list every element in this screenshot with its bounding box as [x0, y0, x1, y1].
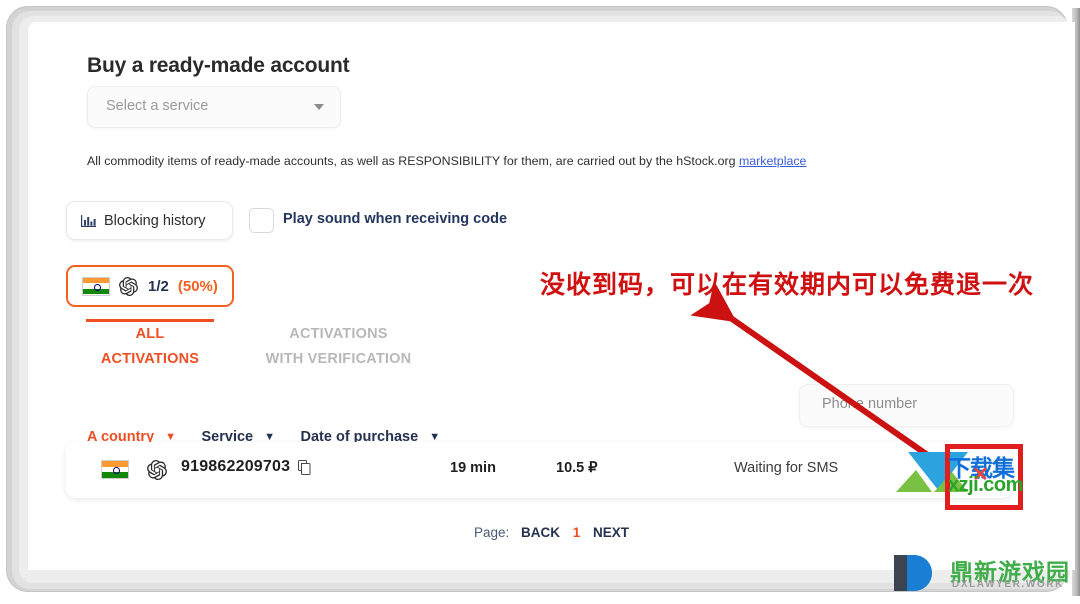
pagination-label: Page: [473, 525, 510, 540]
bar-chart-icon [81, 214, 96, 228]
phone-number-search[interactable]: Phone number [799, 384, 1014, 427]
annotation-note-text: 没收到码，可以在有效期内可以免费退一次 [540, 271, 1035, 299]
pagination-back-button[interactable]: BACK [521, 525, 560, 540]
service-select-placeholder: Select a service [106, 98, 209, 114]
page-title: Buy a ready-made account [87, 54, 350, 77]
phone-number-placeholder: Phone number [822, 396, 918, 412]
watermark-dxlawyer-logo-icon [894, 555, 932, 591]
disclaimer-text: All commodity items of ready-made accoun… [87, 154, 806, 168]
watermark-xzji: 下载集 ✕ xzji.com [890, 444, 1050, 510]
openai-icon [119, 276, 138, 296]
blocking-history-label: Blocking history [104, 212, 206, 229]
table-row[interactable]: 919862209703 19 min 10.5 ₽ Waiting for S… [66, 442, 1012, 498]
watermark-dxlawyer-en: DXLAWYER.WORK [952, 579, 1064, 590]
row-phone-number: 919862209703 [181, 458, 291, 475]
chevron-down-icon [314, 104, 324, 110]
marketplace-link[interactable]: marketplace [739, 154, 807, 168]
pagination: Page: BACK 1 NEXT [28, 525, 1075, 540]
tab-activations-with-verification[interactable]: ACTIVATIONS WITH VERIFICATION [238, 322, 438, 372]
activation-tabs: ALL ACTIVATIONS ACTIVATIONS WITH VERIFIC… [66, 322, 438, 372]
play-sound-label[interactable]: Play sound when receiving code [283, 211, 507, 227]
screenshot-root: Buy a ready-made account Select a servic… [0, 0, 1080, 604]
tab-all-activations-line1: ALL [135, 326, 165, 342]
row-status: Waiting for SMS [734, 460, 839, 476]
watermark-xzji-domain: xzji.com [948, 474, 1023, 496]
activation-percent: (50%) [177, 277, 218, 295]
row-time-remaining: 19 min [450, 460, 496, 476]
pagination-next-button[interactable]: NEXT [593, 525, 629, 540]
copy-icon[interactable] [298, 460, 311, 475]
service-select[interactable]: Select a service [87, 86, 341, 128]
tab-all-activations-line2: ACTIVATIONS [100, 351, 200, 367]
tab-verification-line2: WITH VERIFICATION [265, 351, 412, 367]
activation-counter-badge[interactable]: 1/2 (50%) [66, 265, 234, 307]
india-flag-icon [82, 276, 110, 296]
india-flag-icon [101, 460, 129, 479]
tab-all-activations[interactable]: ALL ACTIVATIONS [66, 322, 234, 372]
openai-icon [147, 460, 167, 481]
tab-verification-line1: ACTIVATIONS [289, 326, 388, 342]
blocking-history-button[interactable]: Blocking history [66, 201, 233, 240]
pagination-current-page[interactable]: 1 [573, 525, 581, 540]
disclaimer-body: All commodity items of ready-made accoun… [87, 154, 739, 168]
activation-count: 1/2 [148, 277, 169, 295]
watermark-dxlawyer: 鼎新游戏园 DXLAWYER.WORK [888, 551, 1073, 599]
play-sound-checkbox[interactable] [249, 208, 274, 233]
row-price: 10.5 ₽ [556, 460, 598, 476]
